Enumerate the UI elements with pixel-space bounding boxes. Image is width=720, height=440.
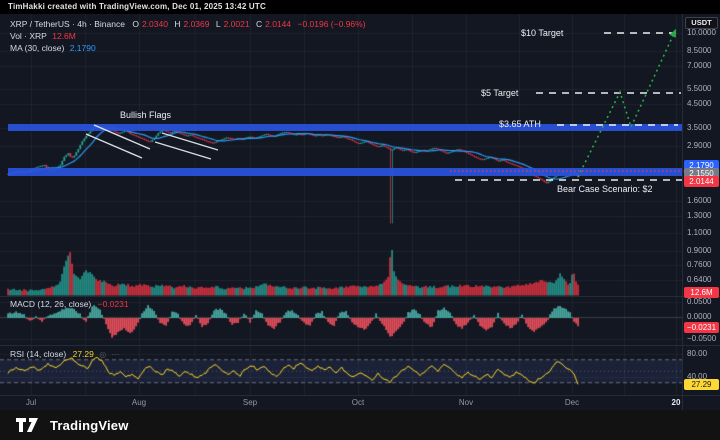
annotation-ath[interactable]: $3.65 ATH xyxy=(499,119,541,129)
legend-row-ohlc: XRP / TetherUS · 4h · Binance O 2.0340 H2… xyxy=(10,18,366,30)
time-tick: Sep xyxy=(242,398,258,407)
chart-canvas[interactable] xyxy=(0,14,682,395)
pane-separator-rsi[interactable] xyxy=(0,345,720,346)
ma-value: 2.1790 xyxy=(69,43,96,53)
attribution-text: TimHakki created with TradingView.com, D… xyxy=(8,2,266,11)
time-tick: Oct xyxy=(351,398,365,407)
rsi-value-badge: 27.29 xyxy=(684,379,719,390)
axis-tick: 1.6000 xyxy=(687,196,712,205)
axis-tick: 0.0000 xyxy=(687,312,712,321)
last-price-badge: 2.0144 xyxy=(684,176,719,187)
axis-tick: 2.9000 xyxy=(687,141,712,150)
annotation-bear-case[interactable]: Bear Case Scenario: $2 xyxy=(557,184,653,194)
axis-tick: 80.00 xyxy=(687,349,708,358)
rsi-pane-legend: RSI (14, close) 27.29 ◎ ⋯ xyxy=(10,349,120,359)
eye-icon[interactable]: ◎ xyxy=(99,350,106,359)
open-label: O xyxy=(132,19,139,29)
ma-label[interactable]: MA (30, close) xyxy=(10,43,64,53)
open-value: 2.0340 xyxy=(141,19,168,29)
axis-tick: 1.1000 xyxy=(687,228,712,237)
axis-tick: 4.5000 xyxy=(687,99,712,108)
close-label: C xyxy=(255,19,263,29)
axis-tick: 0.0500 xyxy=(687,297,712,306)
high-label: H xyxy=(174,19,181,29)
axis-tick: 0.7600 xyxy=(687,260,712,269)
axis-tick: 0.6400 xyxy=(687,275,712,284)
change-value: −0.0196 (−0.96%) xyxy=(297,19,366,29)
low-value: 2.0021 xyxy=(223,19,250,29)
symbol-title[interactable]: XRP / TetherUS · 4h · Binance xyxy=(10,19,125,29)
volume-label[interactable]: Vol · XRP xyxy=(10,31,47,41)
price-axis-border xyxy=(682,14,683,410)
volume-badge: 12.6M xyxy=(684,287,719,298)
tradingview-snapshot: TimHakki created with TradingView.com, D… xyxy=(0,0,720,440)
currency-toggle-button[interactable]: USDT xyxy=(685,17,718,29)
close-value: 2.0144 xyxy=(265,19,292,29)
axis-tick: 10.0000 xyxy=(687,28,716,37)
footer-bar: TradingView xyxy=(0,410,720,440)
attribution-bar: TimHakki created with TradingView.com, D… xyxy=(0,0,720,14)
axis-tick: −0.0500 xyxy=(687,334,717,343)
volume-value: 12.6M xyxy=(52,31,76,41)
more-icon[interactable]: ⋯ xyxy=(112,350,120,359)
annotation-10-target[interactable]: $10 Target xyxy=(521,28,563,38)
tradingview-logo-icon[interactable] xyxy=(16,418,42,432)
rsi-value: 27.29 xyxy=(72,349,94,359)
time-tick: Dec xyxy=(564,398,580,407)
axis-tick: 5.5000 xyxy=(687,84,712,93)
axis-tick: 3.5000 xyxy=(687,123,712,132)
time-tick: Aug xyxy=(131,398,147,407)
channel-band-ath[interactable] xyxy=(8,124,682,131)
time-tick: 20 xyxy=(671,398,681,407)
pane-separator-macd[interactable] xyxy=(0,296,720,297)
macd-pane-legend: MACD (12, 26, close) −0.0231 xyxy=(10,299,129,309)
low-label: L xyxy=(215,19,221,29)
rsi-label[interactable]: RSI (14, close) xyxy=(10,349,66,359)
macd-label[interactable]: MACD (12, 26, close) xyxy=(10,299,91,309)
axis-tick: 7.0000 xyxy=(687,61,712,70)
axis-tick: 8.5000 xyxy=(687,46,712,55)
channel-band-support[interactable] xyxy=(8,168,682,176)
time-axis[interactable]: Jul Aug Sep Oct Nov Dec 20 xyxy=(0,395,720,410)
macd-value: −0.0231 xyxy=(97,299,129,309)
legend-row-ma: MA (30, close) 2.1790 xyxy=(10,42,366,54)
axis-tick: 1.3000 xyxy=(687,211,712,220)
time-tick: Jul xyxy=(25,398,37,407)
annotation-bullish-flags[interactable]: Bullish Flags xyxy=(120,110,171,120)
axis-tick: 0.9000 xyxy=(687,246,712,255)
high-value: 2.0369 xyxy=(183,19,210,29)
time-tick: Nov xyxy=(458,398,474,407)
macd-value-badge: −0.0231 xyxy=(684,322,719,333)
tradingview-wordmark[interactable]: TradingView xyxy=(50,418,129,433)
annotation-5-target[interactable]: $5 Target xyxy=(481,88,518,98)
legend-row-volume: Vol · XRP 12.6M xyxy=(10,30,366,42)
symbol-legend: XRP / TetherUS · 4h · Binance O 2.0340 H2… xyxy=(10,18,366,54)
